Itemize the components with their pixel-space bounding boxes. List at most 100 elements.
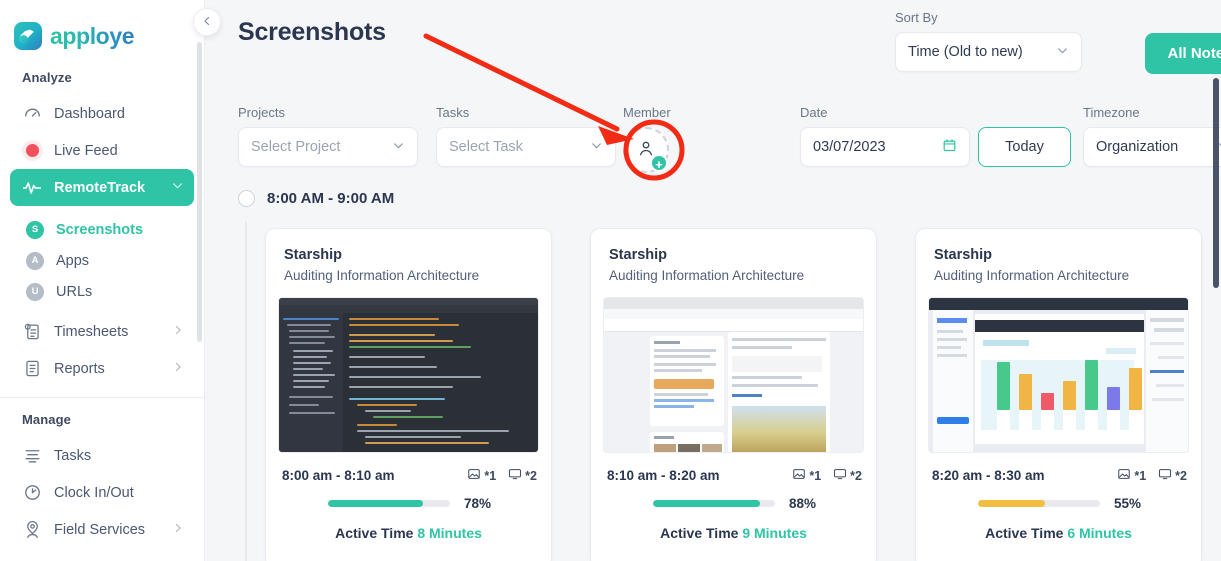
active-time-row: Active Time 6 Minutes <box>916 511 1201 541</box>
card-time-row: 8:00 am - 8:10 am *1 *2 <box>266 453 551 484</box>
image-count: *1 <box>1134 468 1147 483</box>
sidebar-subitem-label: Apps <box>56 252 90 269</box>
activity-progress-track <box>978 500 1100 507</box>
activity-progress-fill <box>328 500 424 507</box>
sidebar-item-dashboard[interactable]: Dashboard <box>10 95 194 132</box>
sidebar-item-label: RemoteTrack <box>54 179 146 196</box>
design-tool-barchart-screenshot <box>929 298 1188 452</box>
sidebar-item-screenshots[interactable]: S Screenshots <box>10 214 194 245</box>
active-time-label: Active Time <box>335 525 414 541</box>
sort-by-select[interactable]: Time (Old to new) <box>895 32 1082 72</box>
monitor-icon <box>833 467 847 484</box>
plus-icon: + <box>650 154 668 172</box>
tasks-label: Tasks <box>436 105 470 120</box>
add-member-button[interactable]: + <box>623 127 669 173</box>
active-time-row: Active Time 9 Minutes <box>591 511 876 541</box>
main-content: Screenshots Sort By Time (Old to new) Al… <box>205 0 1221 561</box>
sidebar-scrollbar[interactable] <box>197 42 202 342</box>
activity-percent: 78% <box>464 496 492 511</box>
today-button-group: . Today <box>978 105 1071 167</box>
tasks-select[interactable]: Select Task <box>436 127 616 167</box>
image-icon <box>467 467 481 484</box>
timezone-label: Timezone <box>1083 105 1140 120</box>
slot-time-label: 8:00 AM - 9:00 AM <box>267 190 395 207</box>
sidebar-item-urls[interactable]: U URLs <box>10 276 194 307</box>
card-time-range: 8:00 am - 8:10 am <box>282 468 395 483</box>
sidebar-item-reports[interactable]: Reports <box>10 350 194 387</box>
chevron-right-icon <box>172 324 184 340</box>
image-count-group: *1 <box>467 467 496 484</box>
active-time-value: 8 Minutes <box>417 525 482 541</box>
sidebar-item-label: Field Services <box>54 521 146 538</box>
activity-progress-fill <box>653 500 761 507</box>
projects-select[interactable]: Select Project <box>238 127 418 167</box>
sidebar-item-label: Tasks <box>54 447 92 464</box>
sidebar-item-timesheets[interactable]: Timesheets <box>10 313 194 350</box>
card-time-range: 8:20 am - 8:30 am <box>932 468 1045 483</box>
date-value: 03/07/2023 <box>813 139 886 155</box>
card-time-row: 8:10 am - 8:20 am *1 *2 <box>591 453 876 484</box>
monitor-count: *2 <box>850 468 862 483</box>
monitor-icon <box>1158 467 1172 484</box>
all-notes-button[interactable]: All Notes <box>1145 33 1221 74</box>
facebook-browser-screenshot <box>604 298 863 452</box>
screenshot-thumbnail[interactable] <box>928 297 1189 453</box>
activity-progress-fill <box>978 500 1046 507</box>
sidebar-item-clock-in-out[interactable]: Clock In/Out <box>10 474 194 511</box>
sidebar-collapse-button[interactable] <box>193 8 221 36</box>
sidebar-item-label: Timesheets <box>54 323 129 340</box>
projects-placeholder: Select Project <box>251 139 341 155</box>
today-button[interactable]: Today <box>978 127 1071 167</box>
timeline-vertical-line <box>245 222 247 561</box>
image-count: *1 <box>809 468 822 483</box>
screenshot-thumbnail[interactable] <box>278 297 539 453</box>
sidebar-item-live-feed[interactable]: Live Feed <box>10 132 194 169</box>
active-time-label: Active Time <box>985 525 1064 541</box>
screenshot-card[interactable]: Starship Auditing Information Architectu… <box>265 228 552 561</box>
monitor-count-group: *2 <box>1158 467 1187 484</box>
chevron-down-icon <box>171 179 184 196</box>
date-filter-group: Date 03/07/2023 <box>800 105 970 167</box>
member-filter-group: Member + <box>623 105 713 173</box>
timezone-filter-group: Timezone Organization <box>1083 105 1221 167</box>
date-label: Date <box>800 105 828 120</box>
timezone-select[interactable]: Organization <box>1083 127 1221 167</box>
chevron-right-icon <box>172 522 184 538</box>
sidebar-item-field-services[interactable]: Field Services <box>10 511 194 548</box>
activity-percent: 88% <box>789 496 817 511</box>
date-input[interactable]: 03/07/2023 <box>800 127 970 167</box>
card-time-row: 8:20 am - 8:30 am *1 *2 <box>916 453 1201 484</box>
brand-logo[interactable]: apploye <box>0 0 204 56</box>
card-project-name: Starship <box>284 247 343 263</box>
screenshot-card[interactable]: Starship Auditing Information Architectu… <box>590 228 877 561</box>
screenshot-thumbnail[interactable] <box>603 297 864 453</box>
activity-progress-track <box>328 500 450 507</box>
activity-progress-track <box>653 500 775 507</box>
sidebar-item-remotetrack[interactable]: RemoteTrack <box>10 169 194 206</box>
sidebar-group-analyze-label: Analyze <box>22 70 72 85</box>
screenshots-badge-icon: S <box>26 220 44 239</box>
screenshot-card[interactable]: Starship Auditing Information Architectu… <box>915 228 1202 561</box>
card-time-range: 8:10 am - 8:20 am <box>607 468 720 483</box>
calendar-icon[interactable] <box>942 138 957 156</box>
page-scrollbar[interactable] <box>1213 78 1219 288</box>
document-icon <box>22 359 42 379</box>
card-task-name: Auditing Information Architecture <box>609 268 805 283</box>
active-time-value: 9 Minutes <box>742 525 807 541</box>
chevron-down-icon <box>1056 44 1069 60</box>
sidebar-item-apps[interactable]: A Apps <box>10 245 194 276</box>
activity-progress-row: 88% <box>591 484 876 511</box>
monitor-count-group: *2 <box>833 467 862 484</box>
tasks-placeholder: Select Task <box>449 139 523 155</box>
slot-select-checkbox[interactable] <box>238 190 255 207</box>
speedometer-icon <box>22 104 42 124</box>
sort-by-group: Sort By Time (Old to new) <box>895 10 1082 72</box>
activity-percent: 55% <box>1114 496 1142 511</box>
image-count-group: *1 <box>792 467 821 484</box>
sidebar-item-tasks[interactable]: Tasks <box>10 437 194 474</box>
chevron-right-icon <box>172 361 184 377</box>
sidebar-subitem-label: Screenshots <box>56 221 144 238</box>
sidebar-item-label: Clock In/Out <box>54 484 134 501</box>
sidebar-item-label: Reports <box>54 360 105 377</box>
timesheet-icon <box>22 322 42 342</box>
